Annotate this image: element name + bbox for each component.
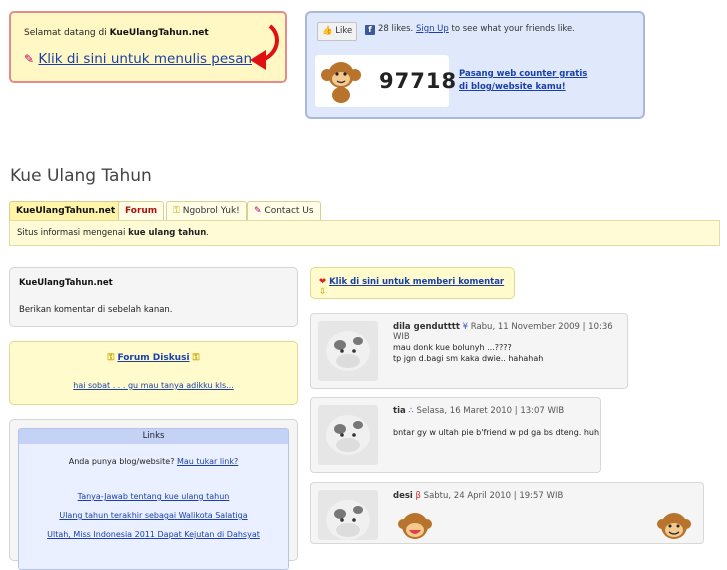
comment-author: tia: [393, 406, 406, 416]
forum-link[interactable]: Forum Diskusi: [117, 353, 189, 363]
welcome-site-name: KueUlangTahun.net: [109, 28, 209, 38]
key-icon: ⚿: [107, 353, 115, 363]
like-label: Like: [335, 26, 353, 36]
monkey-emoticon-icon: [657, 513, 691, 539]
comment-line: tp jgn d.bagi sm kaka dwie.. hahahah: [393, 354, 544, 363]
pencil-icon: ✎: [254, 206, 262, 216]
facebook-icon: f: [365, 25, 375, 35]
monkey-emoticon-icon: [398, 513, 432, 539]
tab-label: Ngobrol Yuk!: [182, 206, 240, 216]
tab-ngobrol[interactable]: ⚿ Ngobrol Yuk!: [166, 201, 247, 221]
comment-line: mau donk kue bolunyh ...????: [393, 343, 512, 352]
site-info-text: Berikan komentar di sebelah kanan.: [19, 305, 173, 315]
add-comment-row: ❤ Klik di sini untuk memberi komentar ⇩: [319, 277, 514, 297]
comment-header: desi β Sabtu, 24 April 2010 | 19:57 WIB: [393, 491, 563, 501]
cow-avatar-icon: [326, 415, 370, 455]
cow-avatar-icon: [326, 500, 370, 540]
forum-title-row: ⚿ Forum Diskusi ⚿: [10, 353, 297, 363]
thumbs-up-icon: 👍: [322, 26, 333, 36]
exchange-link[interactable]: Mau tukar link?: [177, 457, 238, 466]
comment-author: dila gendutttt: [393, 322, 460, 332]
links-panel: Links Anda punya blog/website? Mau tukar…: [18, 428, 289, 570]
tab-kueulangtahun[interactable]: KueUlangTahun.net: [9, 201, 123, 221]
comment-date: Sabtu, 24 April 2010 | 19:57 WIB: [423, 491, 564, 501]
pasang-counter-link[interactable]: Pasang web counter gratis di blog/websit…: [459, 68, 587, 94]
tab-contact[interactable]: ✎ Contact Us: [247, 201, 321, 221]
link-item[interactable]: Ultah, Miss Indonesia 2011 Dapat Kejutan…: [47, 530, 260, 539]
signup-link[interactable]: Sign Up: [416, 24, 449, 34]
comment-date: Selasa, 16 Maret 2010 | 13:07 WIB: [416, 406, 565, 416]
avatar: [318, 321, 378, 381]
desc-bold: kue ulang tahun: [128, 228, 207, 238]
welcome-prefix: Selamat datang di: [24, 28, 110, 38]
link-item[interactable]: Tanya-Jawab tentang kue ulang tahun: [78, 492, 230, 501]
like-button[interactable]: 👍 Like: [317, 22, 358, 41]
comment-symbol: ¥: [462, 322, 469, 332]
signup-suffix: to see what your friends like.: [448, 24, 575, 34]
add-comment-box: ❤ Klik di sini untuk memberi komentar ⇩: [310, 267, 515, 299]
add-comment-link[interactable]: Klik di sini untuk memberi komentar: [329, 277, 504, 287]
comment-card: dila gendutttt ¥ Rabu, 11 November 2009 …: [310, 313, 628, 389]
write-message-link[interactable]: Klik di sini untuk menulis pesan: [38, 51, 252, 67]
key-icon: ⚿: [173, 206, 180, 216]
facebook-likes-text: f 28 likes. Sign Up to see what your frie…: [365, 24, 575, 35]
avatar: [318, 490, 378, 540]
tab-label: KueUlangTahun.net: [16, 206, 116, 216]
heart-icon: ❤: [319, 277, 327, 287]
pencil-icon: ✎: [24, 52, 35, 66]
desc-prefix: Situs informasi mengenai: [17, 228, 129, 238]
comment-author: desi: [393, 491, 413, 501]
comment-header: tia ∴ Selasa, 16 Maret 2010 | 13:07 WIB: [393, 406, 564, 416]
comment-body: mau donk kue bolunyh ...???? tp jgn d.ba…: [393, 342, 543, 364]
forum-latest-row: hai sobat . . . gu mau tanya adikku kls.…: [10, 381, 297, 390]
counter-display: 97718: [315, 55, 456, 107]
write-message-row: ✎ Klik di sini untuk menulis pesan: [24, 51, 252, 67]
visitor-count: 97718: [379, 69, 458, 93]
comment-card: tia ∴ Selasa, 16 Maret 2010 | 13:07 WIB …: [310, 397, 601, 473]
site-description: Situs informasi mengenai kue ulang tahun…: [17, 228, 209, 238]
red-arrow-icon: [250, 24, 279, 70]
links-question: Anda punya blog/website?: [68, 457, 175, 466]
tab-label: Forum: [125, 206, 158, 216]
tab-forum[interactable]: Forum: [118, 201, 165, 221]
site-info-title: KueUlangTahun.net: [19, 278, 113, 288]
comment-card: desi β Sabtu, 24 April 2010 | 19:57 WIB: [310, 482, 704, 544]
links-header: Links: [19, 429, 288, 444]
pasang-line-2[interactable]: di blog/website kamu!: [459, 82, 566, 92]
cow-avatar-icon: [326, 331, 370, 371]
key-icon: ⚿: [192, 353, 200, 363]
links-list: Tanya-Jawab tentang kue ulang tahun Ulan…: [19, 487, 288, 544]
pasang-line-1[interactable]: Pasang web counter gratis: [459, 69, 587, 79]
links-box: Links Anda punya blog/website? Mau tukar…: [9, 419, 298, 570]
likes-count: 28 likes.: [378, 24, 414, 34]
tab-description-bar: Situs informasi mengenai kue ulang tahun…: [9, 220, 720, 246]
comment-symbol: ∴: [408, 406, 414, 416]
forum-latest-link[interactable]: hai sobat . . . gu mau tanya adikku kls.…: [73, 381, 234, 390]
comment-body: bntar gy w ultah pie b'friend w pd ga bs…: [393, 427, 599, 438]
comment-symbol: β: [415, 491, 421, 501]
link-item[interactable]: Ulang tahun terakhir sebagai Walikota Sa…: [59, 511, 247, 520]
welcome-box: Selamat datang di KueUlangTahun.net ✎ Kl…: [9, 11, 287, 83]
links-question-row: Anda punya blog/website? Mau tukar link?: [19, 457, 288, 466]
tab-label: Contact Us: [264, 206, 314, 216]
arrow-down-icon: ⇩: [319, 287, 327, 297]
site-info-box: KueUlangTahun.net Berikan komentar di se…: [9, 267, 298, 327]
welcome-text: Selamat datang di KueUlangTahun.net: [24, 28, 209, 38]
comment-line: bntar gy w ultah pie b'friend w pd ga bs…: [393, 428, 600, 437]
page-title: Kue Ulang Tahun: [10, 166, 152, 186]
forum-box: ⚿ Forum Diskusi ⚿ hai sobat . . . gu mau…: [9, 341, 298, 405]
avatar: [318, 405, 378, 465]
monkey-icon: [321, 62, 361, 103]
counter-box: 👍 Like f 28 likes. Sign Up to see what yo…: [305, 11, 645, 119]
desc-suffix: .: [206, 228, 209, 238]
comment-header: dila gendutttt ¥ Rabu, 11 November 2009 …: [393, 322, 627, 342]
